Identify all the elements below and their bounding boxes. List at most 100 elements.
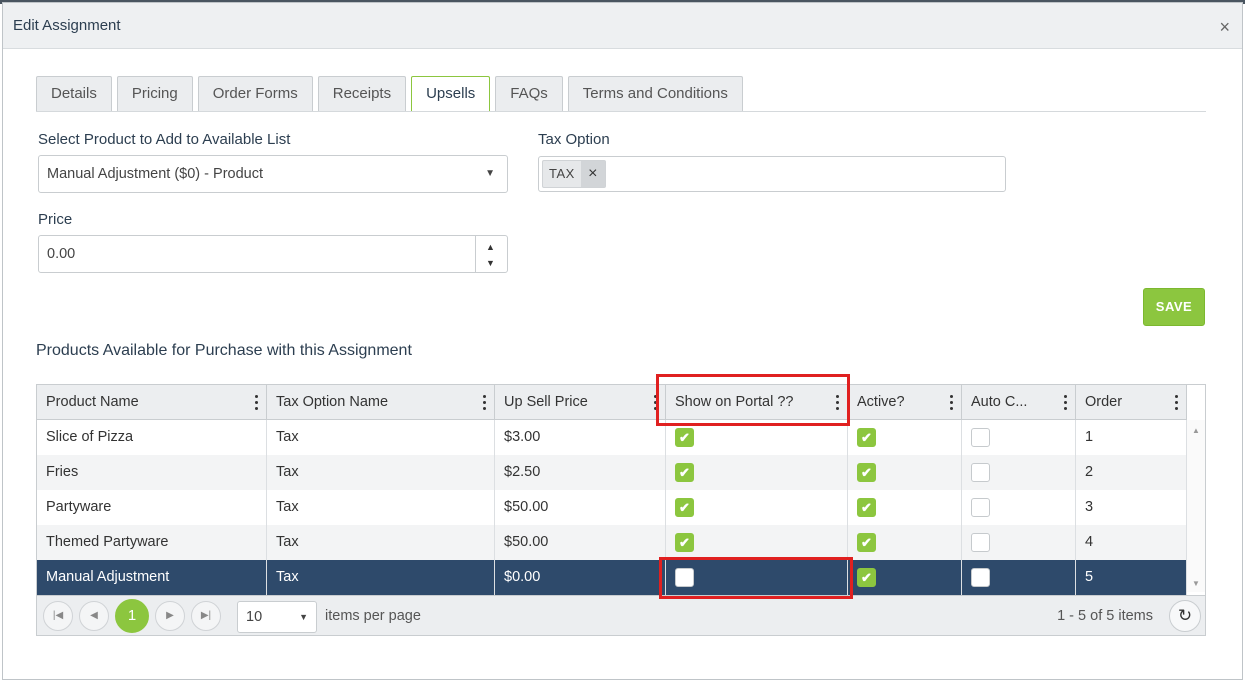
cell-product-name: Slice of Pizza <box>37 420 267 455</box>
show-on-portal-checkbox[interactable]: ✔ <box>675 533 694 552</box>
grid-header: Product Name Tax Option Name Up Sell Pri… <box>37 385 1187 420</box>
cell-show-on-portal: ✔ <box>666 420 848 455</box>
cell-show-on-portal: ✔ <box>666 525 848 560</box>
pager-info: 1 - 5 of 5 items <box>1057 608 1153 624</box>
column-header-up-sell-price[interactable]: Up Sell Price <box>495 385 666 420</box>
auto-c-checkbox[interactable] <box>971 498 990 517</box>
cell-up-sell-price: $50.00 <box>495 490 666 525</box>
cell-product-name: Partyware <box>37 490 267 525</box>
cell-tax-option: Tax <box>267 525 495 560</box>
tab-upsells[interactable]: Upsells <box>411 76 491 111</box>
dialog-title: Edit Assignment <box>13 17 121 34</box>
cell-order: 4 <box>1076 525 1187 560</box>
close-icon[interactable]: × <box>1219 18 1230 36</box>
cell-product-name: Themed Partyware <box>37 525 267 560</box>
cell-tax-option: Tax <box>267 455 495 490</box>
column-header-label: Auto C... <box>971 394 1028 410</box>
grid-vertical-scrollbar[interactable]: ▲ ▼ <box>1187 420 1205 592</box>
auto-c-checkbox[interactable] <box>971 533 990 552</box>
upsell-products-grid: Product Name Tax Option Name Up Sell Pri… <box>36 384 1206 636</box>
cell-auto-c <box>962 455 1076 490</box>
column-header-show-on-portal[interactable]: Show on Portal ?? <box>666 385 848 420</box>
auto-c-checkbox[interactable] <box>971 568 990 587</box>
cell-active: ✔ <box>848 420 962 455</box>
save-button[interactable]: SAVE <box>1143 288 1205 326</box>
refresh-icon[interactable]: ↻ <box>1169 600 1201 632</box>
cell-auto-c <box>962 560 1076 595</box>
show-on-portal-checkbox[interactable] <box>675 568 694 587</box>
cell-active: ✔ <box>848 525 962 560</box>
spinner-up-icon[interactable]: ▲ <box>486 242 495 252</box>
items-per-page-label: items per page <box>325 608 421 624</box>
check-icon: ✔ <box>679 535 690 550</box>
check-icon: ✔ <box>861 535 872 550</box>
column-header-product-name[interactable]: Product Name <box>37 385 267 420</box>
table-row[interactable]: Slice of Pizza Tax $3.00 ✔ ✔ 1 <box>37 420 1187 455</box>
current-page-button[interactable]: 1 <box>115 599 149 633</box>
column-header-tax-option-name[interactable]: Tax Option Name <box>267 385 495 420</box>
active-checkbox[interactable]: ✔ <box>857 498 876 517</box>
kebab-menu-icon[interactable] <box>836 395 839 410</box>
active-checkbox[interactable]: ✔ <box>857 428 876 447</box>
cell-active: ✔ <box>848 490 962 525</box>
kebab-menu-icon[interactable] <box>1064 395 1067 410</box>
cell-product-name: Manual Adjustment <box>37 560 267 595</box>
kebab-menu-icon[interactable] <box>255 395 258 410</box>
product-select[interactable]: Manual Adjustment ($0) - Product ▼ <box>38 155 508 193</box>
table-row[interactable]: Themed Partyware Tax $50.00 ✔ ✔ 4 <box>37 525 1187 560</box>
tab-pricing[interactable]: Pricing <box>116 76 193 111</box>
cell-active: ✔ <box>848 455 962 490</box>
column-header-order[interactable]: Order <box>1076 385 1187 420</box>
show-on-portal-checkbox[interactable]: ✔ <box>675 498 694 517</box>
scroll-up-icon[interactable]: ▲ <box>1192 426 1200 435</box>
grid-pager: |◀ ◀ 1 ▶ ▶| 10 ▼ items per page 1 - 5 of… <box>37 595 1205 635</box>
kebab-menu-icon[interactable] <box>483 395 486 410</box>
page-size-select[interactable]: 10 ▼ <box>237 601 317 633</box>
spinner-down-icon[interactable]: ▼ <box>486 258 495 268</box>
cell-auto-c <box>962 420 1076 455</box>
active-checkbox[interactable]: ✔ <box>857 463 876 482</box>
column-header-auto-c[interactable]: Auto C... <box>962 385 1076 420</box>
tab-order-forms[interactable]: Order Forms <box>197 76 313 111</box>
auto-c-checkbox[interactable] <box>971 428 990 447</box>
table-row[interactable]: Manual Adjustment Tax $0.00 ✔ 5 <box>37 560 1187 595</box>
product-select-label: Select Product to Add to Available List <box>38 131 291 148</box>
auto-c-checkbox[interactable] <box>971 463 990 482</box>
price-spinner: ▲ ▼ <box>475 236 507 272</box>
section-title: Products Available for Purchase with thi… <box>36 342 412 359</box>
last-page-icon[interactable]: ▶| <box>191 601 221 631</box>
chevron-down-icon[interactable]: ▼ <box>299 602 308 632</box>
tab-receipts[interactable]: Receipts <box>317 76 407 111</box>
tab-faqs[interactable]: FAQs <box>495 76 563 111</box>
table-row[interactable]: Partyware Tax $50.00 ✔ ✔ 3 <box>37 490 1187 525</box>
cell-up-sell-price: $50.00 <box>495 525 666 560</box>
cell-up-sell-price: $3.00 <box>495 420 666 455</box>
price-input[interactable]: 0.00 ▲ ▼ <box>38 235 508 273</box>
check-icon: ✔ <box>861 570 872 585</box>
table-row[interactable]: Fries Tax $2.50 ✔ ✔ 2 <box>37 455 1187 490</box>
cell-tax-option: Tax <box>267 560 495 595</box>
kebab-menu-icon[interactable] <box>1175 395 1178 410</box>
scroll-down-icon[interactable]: ▼ <box>1192 579 1200 588</box>
first-page-icon[interactable]: |◀ <box>43 601 73 631</box>
chevron-down-icon[interactable]: ▼ <box>485 156 495 192</box>
cell-active: ✔ <box>848 560 962 595</box>
tab-terms-and-conditions[interactable]: Terms and Conditions <box>567 76 743 111</box>
tab-details[interactable]: Details <box>36 76 112 111</box>
tab-bar: Details Pricing Order Forms Receipts Ups… <box>36 76 748 112</box>
tax-chip-label: TAX <box>549 166 575 181</box>
kebab-menu-icon[interactable] <box>950 395 953 410</box>
active-checkbox[interactable]: ✔ <box>857 568 876 587</box>
check-icon: ✔ <box>861 465 872 480</box>
active-checkbox[interactable]: ✔ <box>857 533 876 552</box>
show-on-portal-checkbox[interactable]: ✔ <box>675 463 694 482</box>
close-icon[interactable]: × <box>581 161 605 187</box>
cell-order: 2 <box>1076 455 1187 490</box>
prev-page-icon[interactable]: ◀ <box>79 601 109 631</box>
column-header-active[interactable]: Active? <box>848 385 962 420</box>
kebab-menu-icon[interactable] <box>654 395 657 410</box>
cell-tax-option: Tax <box>267 490 495 525</box>
tax-option-multiselect[interactable]: TAX × <box>538 156 1006 192</box>
show-on-portal-checkbox[interactable]: ✔ <box>675 428 694 447</box>
next-page-icon[interactable]: ▶ <box>155 601 185 631</box>
